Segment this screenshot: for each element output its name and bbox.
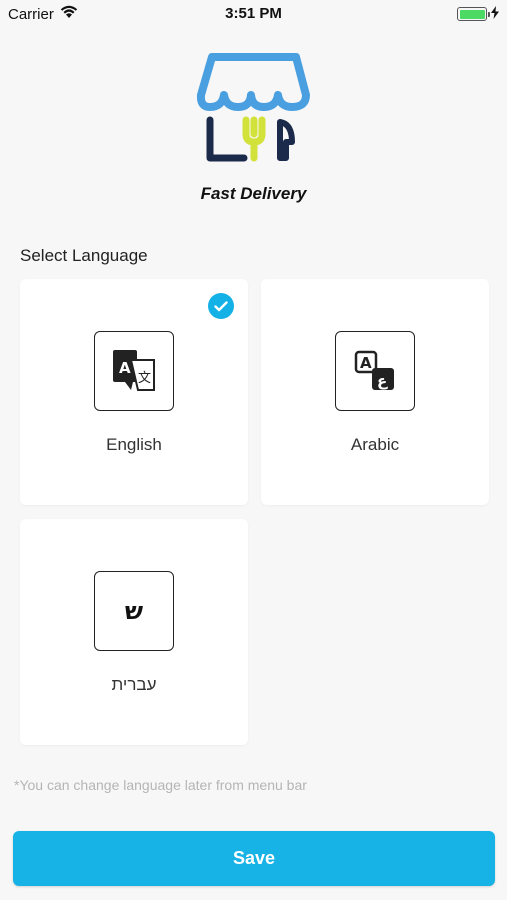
language-label: English [106, 435, 162, 454]
hebrew-glyph: ש [124, 597, 144, 625]
status-left: Carrier [8, 5, 78, 23]
storefront-fork-knife-icon [196, 50, 312, 168]
arabic-translate-icon: A ع [335, 331, 415, 411]
brand-name: Fast Delivery [200, 184, 307, 203]
charging-bolt-icon [491, 5, 499, 23]
battery-icon [457, 7, 490, 21]
language-option-english[interactable]: A 文 English [20, 279, 248, 505]
translate-icon: A 文 [94, 331, 174, 411]
language-label: Arabic [350, 435, 400, 454]
hebrew-letter-icon: ש [94, 571, 174, 651]
language-option-hebrew[interactable]: ש עברית [20, 519, 248, 745]
carrier-label: Carrier [8, 5, 54, 23]
status-right [457, 5, 499, 23]
status-bar: Carrier 3:51 PM [0, 0, 507, 28]
hint-text: *You can change language later from menu… [14, 777, 307, 793]
language-label: עברית [111, 675, 157, 694]
svg-text:A: A [119, 359, 131, 377]
section-title: Select Language [20, 246, 148, 265]
checkmark-icon [208, 293, 234, 319]
language-option-arabic[interactable]: A ع Arabic [261, 279, 489, 505]
save-button[interactable]: Save [13, 831, 495, 886]
battery-fill [459, 9, 485, 19]
wifi-icon [60, 5, 78, 23]
svg-text:ع: ع [377, 372, 388, 390]
svg-text:A: A [360, 354, 372, 372]
svg-text:文: 文 [138, 371, 151, 386]
